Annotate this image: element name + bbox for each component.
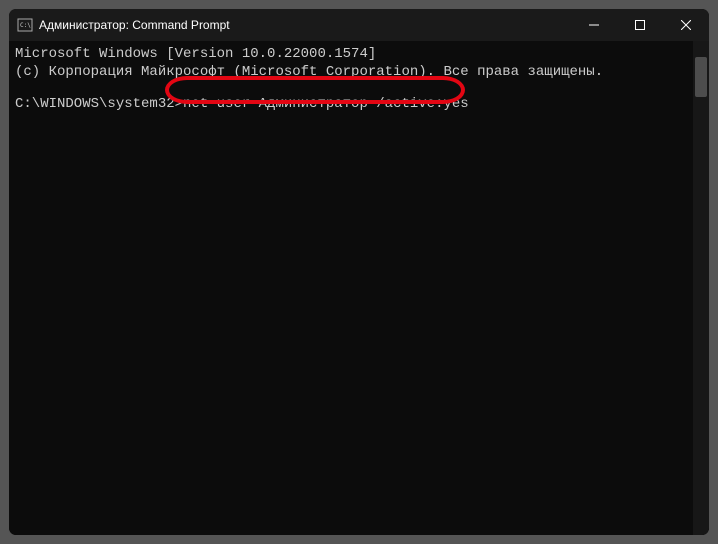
prompt-text: C:\WINDOWS\system32> [15,95,183,113]
version-line: Microsoft Windows [Version 10.0.22000.15… [15,45,703,63]
svg-text:C:\: C:\ [20,22,31,29]
window-controls [571,9,709,41]
minimize-button[interactable] [571,9,617,41]
command-input[interactable]: net user Администратор /active:yes [183,95,469,113]
terminal-body[interactable]: Microsoft Windows [Version 10.0.22000.15… [9,41,709,535]
close-button[interactable] [663,9,709,41]
scrollbar-thumb[interactable] [695,57,707,97]
window-title: Администратор: Command Prompt [39,18,571,32]
titlebar[interactable]: C:\ Администратор: Command Prompt [9,9,709,41]
cmd-icon: C:\ [17,17,33,33]
prompt-line: C:\WINDOWS\system32>net user Администрат… [15,95,703,113]
maximize-button[interactable] [617,9,663,41]
command-prompt-window: C:\ Администратор: Command Prompt Micros… [8,8,710,536]
scrollbar[interactable] [693,41,709,535]
copyright-line: (c) Корпорация Майкрософт (Microsoft Cor… [15,63,703,81]
